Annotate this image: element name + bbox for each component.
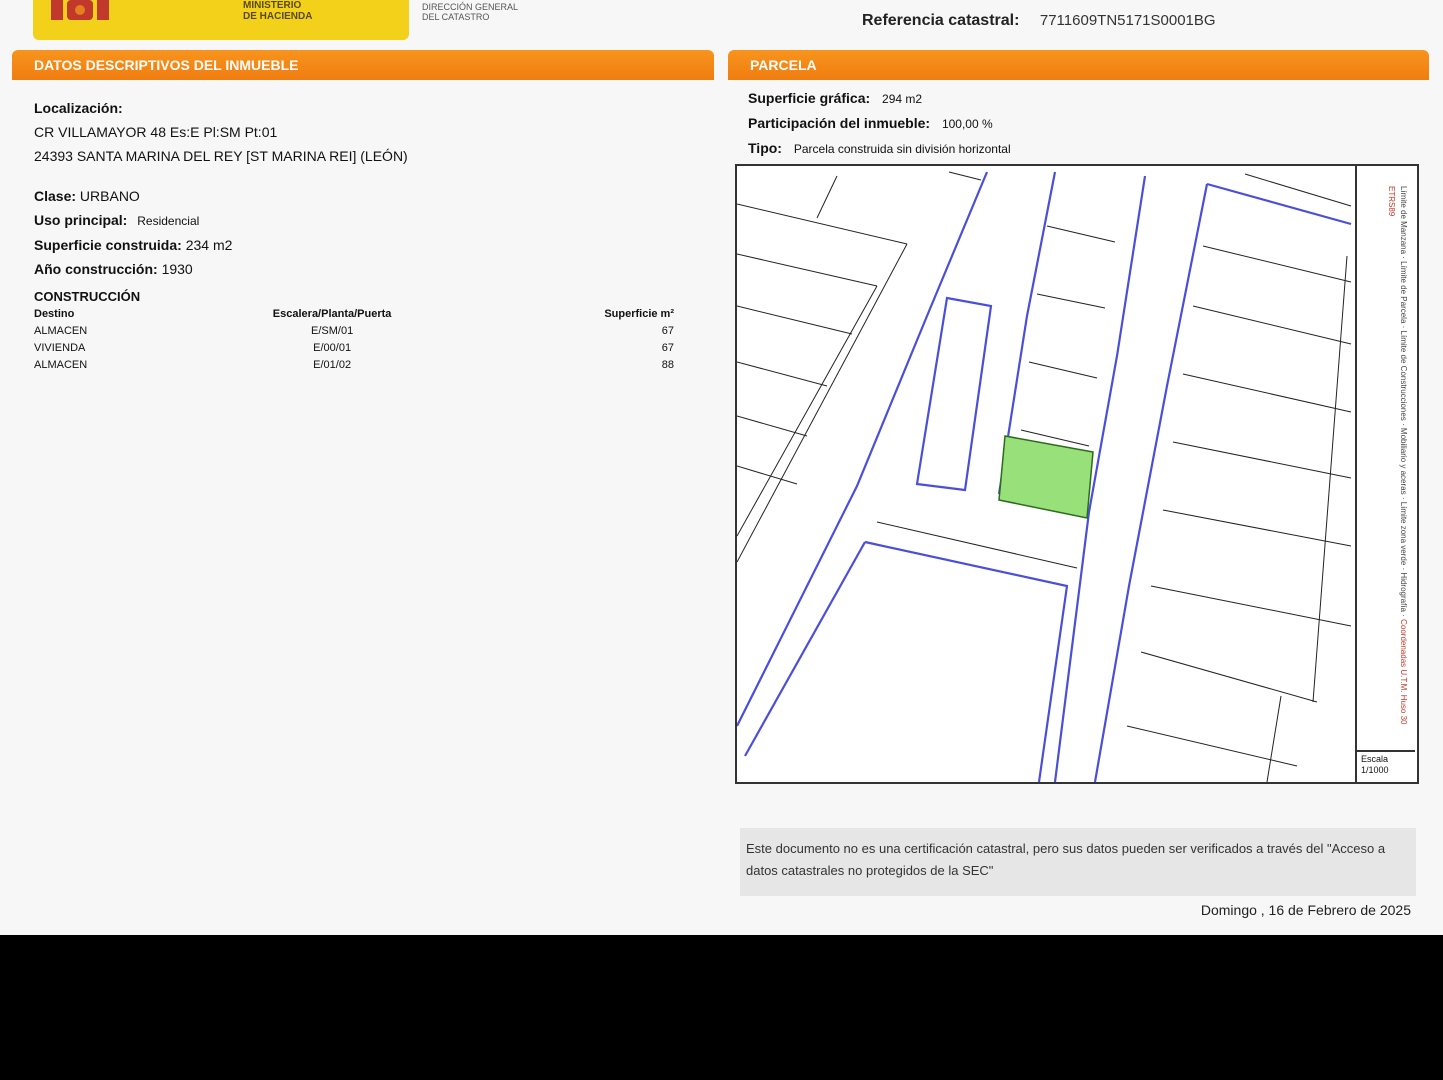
table-header-row: Destino Escalera/Planta/Puerta Superfici… xyxy=(34,308,674,323)
tipo-label: Tipo: xyxy=(748,140,782,156)
anio-label: Año construcción: xyxy=(34,261,158,277)
ministry-label: MINISTERIO DE HACIENDA xyxy=(243,0,313,22)
anio-value: 1930 xyxy=(161,261,193,277)
parcela-details: Superficie gráfica: 294 m2 Participación… xyxy=(748,86,1011,161)
address-line-1: CR VILLAMAYOR 48 Es:E Pl:SM Pt:01 xyxy=(34,124,278,140)
cadastral-map: Límite de Manzana · Límite de Parcela · … xyxy=(735,164,1419,784)
participacion-label: Participación del inmueble: xyxy=(748,115,931,131)
table-cell: ALMACEN xyxy=(34,359,88,371)
section-header-inmueble: DATOS DESCRIPTIVOS DEL INMUEBLE xyxy=(12,50,714,80)
table-row: ALMACEN E/SM/01 67 xyxy=(34,323,674,340)
government-logo: MINISTERIO DE HACIENDA xyxy=(33,0,409,40)
document-date: Domingo , 16 de Febrero de 2025 xyxy=(1200,902,1411,918)
table-cell: ALMACEN xyxy=(34,325,88,337)
construction-table: Destino Escalera/Planta/Puerta Superfici… xyxy=(34,308,674,374)
table-cell: VIVIENDA xyxy=(34,342,86,354)
clase-row: Clase: URBANO xyxy=(34,184,694,208)
table-cell: E/01/02 xyxy=(313,359,352,371)
table-row: VIVIENDA E/00/01 67 xyxy=(34,340,674,357)
construccion-title: CONSTRUCCIÓN xyxy=(34,289,141,304)
cadastral-reference-label: Referencia catastral: xyxy=(862,12,1020,29)
superficie-grafica-value: 294 m2 xyxy=(882,92,923,106)
table-cell: E/SM/01 xyxy=(311,325,354,337)
disclaimer-notice: Este documento no es una certificación c… xyxy=(740,828,1416,896)
document-page: MINISTERIO DE HACIENDA DIRECCIÓN GENERAL… xyxy=(0,0,1443,935)
participacion-value: 100,00 % xyxy=(941,117,993,131)
uso-row: Uso principal: Residencial xyxy=(34,208,694,233)
table-cell: 88 xyxy=(661,359,674,371)
map-legend: Límite de Manzana · Límite de Parcela · … xyxy=(1355,166,1417,782)
cadastral-reference: Referencia catastral: 7711609TN5171S0001… xyxy=(862,12,1216,30)
anio-row: Año construcción: 1930 xyxy=(34,257,694,281)
column-header-destino: Destino xyxy=(34,308,75,320)
clase-label: Clase: xyxy=(34,188,77,204)
participacion-row: Participación del inmueble: 100,00 % xyxy=(748,111,1011,136)
table-cell: E/00/01 xyxy=(313,342,352,354)
legend-text: Límite de Manzana · Límite de Parcela · … xyxy=(1387,186,1408,725)
direction-label: DIRECCIÓN GENERAL DEL CATASTRO xyxy=(422,2,519,22)
tipo-row: Tipo: Parcela construida sin división ho… xyxy=(748,136,1011,161)
uso-value: Residencial xyxy=(137,214,200,228)
superficie-label: Superficie construida: xyxy=(34,237,182,253)
localizacion-label: Localización: xyxy=(34,100,123,116)
inmueble-details: Localización: CR VILLAMAYOR 48 Es:E Pl:S… xyxy=(34,96,694,374)
table-row: ALMACEN E/01/02 88 xyxy=(34,357,674,374)
column-header-superficie: Superficie m² xyxy=(604,308,674,320)
superficie-row: Superficie construida: 234 m2 xyxy=(34,233,694,257)
map-scale: Escala 1/1000 xyxy=(1357,750,1415,782)
parcel-map-drawing xyxy=(737,171,1352,782)
superficie-value: 234 m2 xyxy=(185,237,233,253)
tipo-value: Parcela construida sin división horizont… xyxy=(793,142,1011,156)
table-cell: 67 xyxy=(661,342,674,354)
superficie-grafica-row: Superficie gráfica: 294 m2 xyxy=(748,86,1011,111)
uso-label: Uso principal: xyxy=(34,212,128,228)
coat-of-arms-icon xyxy=(51,0,109,20)
cadastral-reference-value: 7711609TN5171S0001BG xyxy=(1039,12,1216,29)
superficie-grafica-label: Superficie gráfica: xyxy=(748,90,871,106)
address-line-2: 24393 SANTA MARINA DEL REY [ST MARINA RE… xyxy=(34,148,408,164)
highlighted-parcel xyxy=(998,435,1094,519)
section-header-parcela: PARCELA xyxy=(728,50,1429,80)
column-header-escalera: Escalera/Planta/Puerta xyxy=(272,308,392,320)
clase-value: URBANO xyxy=(79,188,140,204)
table-cell: 67 xyxy=(661,325,674,337)
